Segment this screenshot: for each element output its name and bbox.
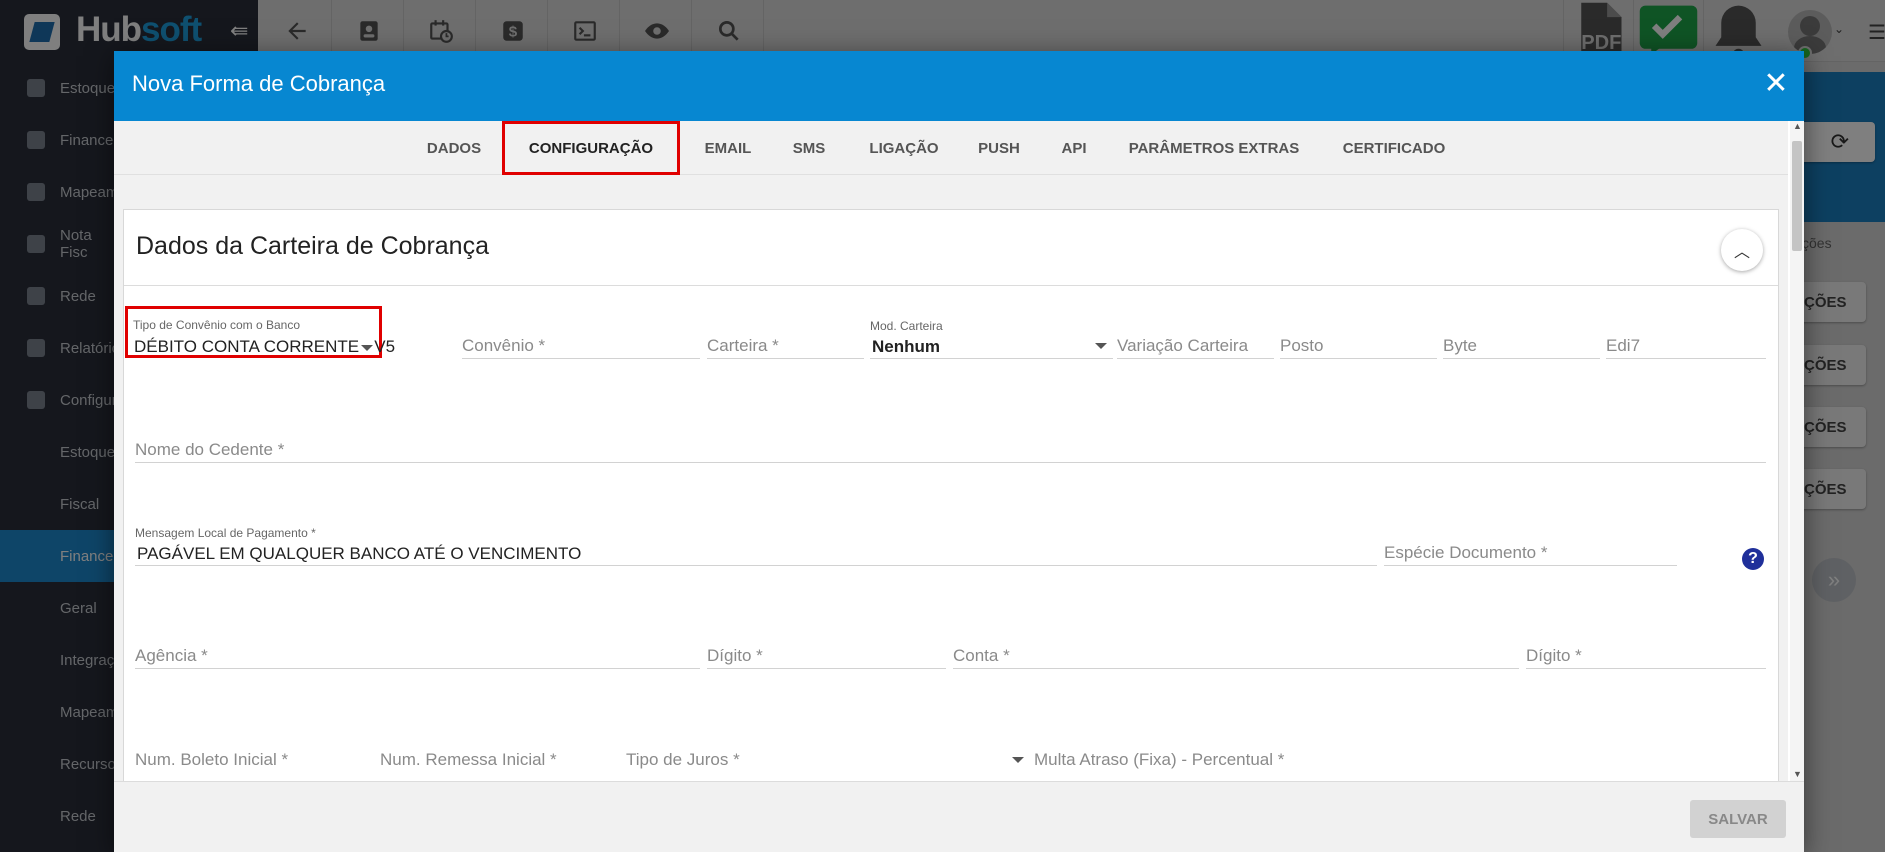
carteira-label: Carteira *: [707, 336, 779, 355]
convenio-field[interactable]: Convênio *: [462, 319, 700, 359]
scroll-down-icon[interactable]: ▼: [1793, 769, 1802, 779]
scroll-thumb[interactable]: [1792, 141, 1802, 251]
digito-agencia-field[interactable]: Dígito *: [707, 629, 946, 669]
scrollbar[interactable]: ▲ ▼: [1790, 121, 1804, 781]
modal-title: Nova Forma de Cobrança: [132, 71, 386, 96]
modal-content: Dados da Carteira de Cobrança ︿: [114, 175, 1788, 781]
mod-carteira-label: Mod. Carteira: [870, 319, 943, 333]
edi7-label: Edi7: [1606, 336, 1641, 355]
especie-documento-field[interactable]: Espécie Documento *: [1384, 526, 1677, 566]
tipo-juros-label: Tipo de Juros *: [626, 750, 740, 769]
convenio-label: Convênio *: [462, 336, 546, 355]
modal-dialog: Nova Forma de Cobrança ✕ DADOS CONFIGURA…: [114, 51, 1804, 852]
section-panel: Dados da Carteira de Cobrança ︿: [123, 209, 1779, 781]
tab-parametros-extras[interactable]: PARÂMETROS EXTRAS: [1114, 121, 1314, 175]
byte-field[interactable]: Byte: [1443, 319, 1600, 359]
tipo-convenio-value: DÉBITO CONTA CORRENTE - V5: [134, 337, 396, 356]
edi7-field[interactable]: Edi7: [1606, 319, 1766, 359]
conta-field[interactable]: Conta *: [953, 629, 1519, 669]
section-title: Dados da Carteira de Cobrança: [136, 232, 489, 260]
mensagem-local-value: PAGÁVEL EM QUALQUER BANCO ATÉ O VENCIMEN…: [137, 544, 582, 563]
tab-bar: DADOS CONFIGURAÇÃO EMAIL SMS LIGAÇÃO PUS…: [114, 121, 1788, 175]
chevron-up-icon[interactable]: ︿: [1721, 229, 1763, 271]
tipo-juros-select[interactable]: Tipo de Juros *: [626, 733, 1030, 773]
section-header: Dados da Carteira de Cobrança ︿: [124, 210, 1778, 286]
modal-header: Nova Forma de Cobrança ✕: [114, 51, 1804, 121]
tab-certificado[interactable]: CERTIFICADO: [1324, 121, 1464, 175]
tab-push[interactable]: PUSH: [964, 121, 1034, 175]
close-icon[interactable]: ✕: [1756, 63, 1796, 103]
num-boleto-field[interactable]: Num. Boleto Inicial *: [135, 733, 373, 773]
posto-label: Posto: [1280, 336, 1324, 355]
help-icon[interactable]: ?: [1742, 548, 1764, 570]
dropdown-caret-icon: [361, 345, 373, 351]
digito-agencia-label: Dígito *: [707, 646, 763, 665]
mod-carteira-value: Nenhum: [872, 337, 940, 356]
agencia-field[interactable]: Agência *: [135, 629, 700, 669]
variacao-carteira-label: Variação Carteira: [1117, 336, 1249, 355]
tab-dados[interactable]: DADOS: [414, 121, 494, 175]
scroll-up-icon[interactable]: ▲: [1793, 121, 1802, 131]
tab-sms[interactable]: SMS: [774, 121, 844, 175]
num-remessa-field[interactable]: Num. Remessa Inicial *: [380, 733, 618, 773]
posto-field[interactable]: Posto: [1280, 319, 1437, 359]
multa-atraso-field[interactable]: Multa Atraso (Fixa) - Percentual *: [1034, 733, 1534, 773]
tab-email[interactable]: EMAIL: [688, 121, 768, 175]
dropdown-caret-icon: [1012, 757, 1024, 763]
mensagem-local-label: Mensagem Local de Pagamento *: [135, 526, 316, 540]
tipo-convenio-select[interactable]: Tipo de Convênio com o Banco DÉBITO CONT…: [125, 306, 395, 358]
tab-configuracao[interactable]: CONFIGURAÇÃO: [502, 121, 680, 175]
carteira-field[interactable]: Carteira *: [707, 319, 864, 359]
tipo-convenio-label: Tipo de Convênio com o Banco: [133, 318, 300, 332]
num-remessa-label: Num. Remessa Inicial *: [380, 750, 557, 769]
dropdown-caret-icon: [1095, 343, 1107, 349]
digito-conta-label: Dígito *: [1526, 646, 1582, 665]
save-button[interactable]: SALVAR: [1690, 800, 1786, 838]
conta-label: Conta *: [953, 646, 1010, 665]
tab-api[interactable]: API: [1044, 121, 1104, 175]
nome-cedente-label: Nome do Cedente *: [135, 440, 285, 459]
especie-documento-label: Espécie Documento *: [1384, 543, 1548, 562]
digito-conta-field[interactable]: Dígito *: [1526, 629, 1766, 669]
variacao-carteira-field[interactable]: Variação Carteira: [1117, 319, 1274, 359]
nome-cedente-field[interactable]: Nome do Cedente *: [135, 423, 1766, 463]
tab-ligacao[interactable]: LIGAÇÃO: [854, 121, 954, 175]
byte-label: Byte: [1443, 336, 1478, 355]
modal-footer: SALVAR: [114, 781, 1804, 852]
mensagem-local-field[interactable]: Mensagem Local de Pagamento * PAGÁVEL EM…: [135, 526, 1377, 566]
agencia-label: Agência *: [135, 646, 208, 665]
num-boleto-label: Num. Boleto Inicial *: [135, 750, 289, 769]
mod-carteira-select[interactable]: Mod. Carteira Nenhum: [870, 319, 1113, 359]
multa-atraso-label: Multa Atraso (Fixa) - Percentual *: [1034, 750, 1285, 769]
